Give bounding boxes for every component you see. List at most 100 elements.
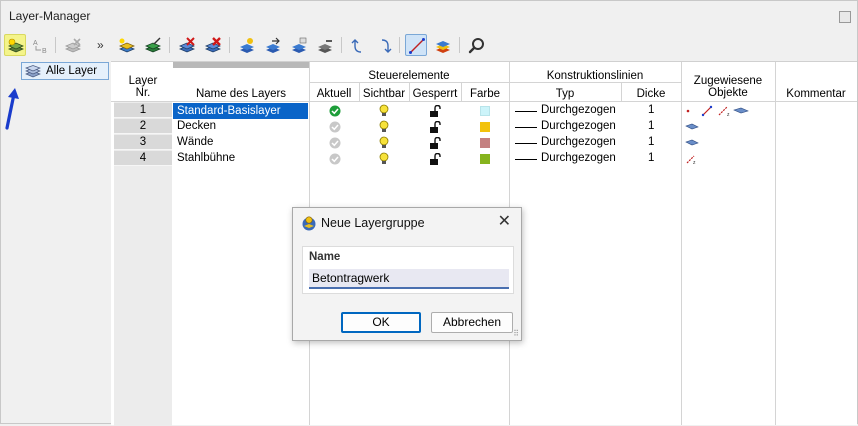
line-type-sample [515,143,537,144]
col-aktuell-header: Aktuell [316,88,352,100]
line-type-sample [515,127,537,128]
visible-bulb-icon[interactable] [378,104,390,118]
line-type-cell[interactable]: Durchgezogen [541,104,616,116]
move-objects-button[interactable] [261,34,283,56]
new-layer-group-dialog: Neue Layergruppe ✕ Name OK Abbrechen ⠿ [292,207,522,341]
line-type-cell[interactable]: Durchgezogen [541,120,616,132]
delete-group-button[interactable] [61,34,83,56]
surface-object-icon [685,123,699,130]
layer-name-cell[interactable]: Decken [177,120,216,132]
unlocked-icon[interactable] [429,137,441,149]
undo-button[interactable] [347,34,369,56]
svg-text:A: A [33,40,38,47]
toolbar-separator [229,37,230,53]
toolbar-separator [399,37,400,53]
current-inactive-icon[interactable] [329,153,341,165]
col-typ-header: Typ [555,88,575,100]
row-number: 3 [114,135,172,150]
layer-color-swatch[interactable] [480,122,490,132]
unlocked-icon[interactable] [429,153,441,165]
toolbar-separator [341,37,342,53]
layer-display-button[interactable] [431,34,453,56]
col-objects-header: Zugewiesene Objekte [693,75,763,99]
line-thickness-cell[interactable]: 1 [648,104,654,116]
toolbar-overflow-button[interactable]: » [97,38,104,52]
line-thickness-cell[interactable]: 1 [648,152,654,164]
show-construction-lines-button[interactable] [405,34,427,56]
table-row[interactable]: 4 Stahlbühne Durchgezogen 1 z [111,151,857,167]
rename-group-button[interactable]: A B [29,34,51,56]
window-menu-button[interactable] [839,11,851,23]
unlocked-icon[interactable] [429,105,441,117]
col-kommentar-header: Kommentar [786,88,846,100]
search-button[interactable] [465,34,487,56]
layer-color-swatch[interactable] [480,154,490,164]
remove-objects-button[interactable] [313,34,335,56]
row-number: 1 [114,103,172,118]
current-inactive-icon[interactable] [329,121,341,133]
delete-layer-button[interactable] [175,34,197,56]
line-thickness-cell[interactable]: 1 [648,136,654,148]
visible-bulb-icon[interactable] [378,120,390,134]
layer-group-icon [25,65,41,81]
row-number: 2 [114,119,172,134]
row-number: 4 [114,151,172,166]
new-layer-button[interactable] [115,34,137,56]
svg-text:z: z [727,112,730,117]
table-row[interactable]: 1 Standard-Basislayer Durchgezogen 1 z [111,103,857,119]
close-icon[interactable]: ✕ [498,214,511,230]
table-row[interactable]: 3 Wände Durchgezogen 1 [111,135,857,151]
move-objects-icon [266,37,280,53]
line-type-sample [515,159,537,160]
undo-icon [351,39,362,53]
redo-icon [381,39,392,53]
redo-button[interactable] [373,34,395,56]
visible-bulb-icon[interactable] [378,136,390,150]
copy-objects-icon [292,37,307,53]
layer-name-cell[interactable]: Wände [177,136,213,148]
layer-group-pane: A B » Alle Layer [1,31,111,425]
construction-line-icon [409,38,425,54]
remove-objects-icon [318,40,332,53]
line-type-cell[interactable]: Durchgezogen [541,152,616,164]
new-layer-group-button[interactable] [4,34,26,56]
surface-object-icon [685,139,699,146]
col-farbe-header: Farbe [469,88,501,100]
steuerelemente-group-header: Steuerelemente [368,70,450,82]
edit-layer-button[interactable] [141,34,163,56]
line-type-cell[interactable]: Durchgezogen [541,136,616,148]
col-gesperrt-header: Gesperrt [412,88,458,100]
col-layer-nr-header: Layer Nr. [128,75,158,99]
layer-stack-icon [436,41,450,53]
visible-bulb-icon[interactable] [378,152,390,166]
toolbar-separator [169,37,170,53]
current-inactive-icon[interactable] [329,137,341,149]
ok-button[interactable]: OK [341,312,421,333]
col-dicke-header: Dicke [636,88,666,100]
cancel-button[interactable]: Abbrechen [431,312,513,333]
unlocked-icon[interactable] [429,121,441,133]
tree-item-alle-layer[interactable]: Alle Layer [21,62,109,80]
resize-grip-icon[interactable]: ⠿ [513,329,519,338]
current-active-icon[interactable] [329,105,341,117]
dialog-app-icon [302,216,316,231]
name-label: Name [309,251,341,263]
header-scroll-indicator [173,62,309,68]
assign-objects-button[interactable] [235,34,257,56]
layer-color-swatch[interactable] [480,106,490,116]
new-layer-group-icon [7,38,25,53]
layer-color-swatch[interactable] [480,138,490,148]
tree-item-label: Alle Layer [46,65,98,77]
copy-objects-button[interactable] [287,34,309,56]
title-bar: Layer-Manager [1,1,857,31]
svg-text:z: z [693,160,696,165]
layer-name-cell[interactable]: Standard-Basislayer [173,103,308,119]
rename-icon: A B [33,40,47,55]
search-icon [468,38,484,54]
group-name-input[interactable] [309,269,509,289]
assigned-objects-icons: z [686,105,749,117]
delete-all-layers-button[interactable] [201,34,223,56]
line-thickness-cell[interactable]: 1 [648,120,654,132]
table-row[interactable]: 2 Decken Durchgezogen 1 [111,119,857,135]
layer-name-cell[interactable]: Stahlbühne [177,152,235,164]
